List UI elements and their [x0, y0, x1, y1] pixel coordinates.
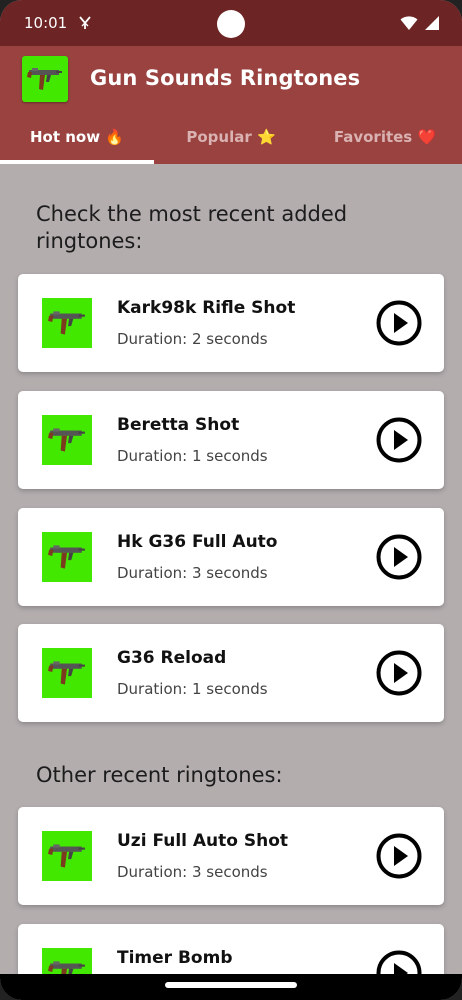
- ringtone-duration: Duration: 3 seconds: [117, 564, 268, 582]
- rifle-icon: [48, 311, 85, 335]
- ringtone-title: Timer Bomb: [117, 948, 233, 968]
- rifle-icon: [48, 961, 85, 974]
- ringtone-list[interactable]: Check the most recent added ringtones: K…: [0, 164, 462, 974]
- tab-favorites[interactable]: Favorites ❤️: [308, 118, 462, 164]
- ringtone-thumbnail: [42, 415, 92, 465]
- ringtone-thumbnail: [42, 831, 92, 881]
- rifle-icon: [27, 68, 62, 90]
- ringtone-title: Uzi Full Auto Shot: [117, 831, 289, 851]
- ringtone-thumbnail: [42, 532, 92, 582]
- play-icon[interactable]: [376, 833, 422, 879]
- ringtone-card[interactable]: G36 Reload Duration: 1 seconds: [18, 624, 444, 722]
- status-icons: [400, 15, 440, 31]
- ringtone-card[interactable]: Beretta Shot Duration: 1 seconds: [18, 391, 444, 489]
- play-icon[interactable]: [376, 417, 422, 463]
- ringtone-title: G36 Reload: [117, 648, 227, 668]
- ringtone-thumbnail: [42, 648, 92, 698]
- camera-cutout: [217, 10, 245, 38]
- cell-signal-icon: [425, 16, 439, 30]
- ringtone-card[interactable]: Timer Bomb: [18, 924, 444, 974]
- tab-popular[interactable]: Popular ⭐: [154, 118, 308, 164]
- play-icon[interactable]: [376, 650, 422, 696]
- home-gesture-handle[interactable]: [165, 982, 297, 988]
- ringtone-title: Beretta Shot: [117, 415, 240, 435]
- ringtone-duration: Duration: 1 seconds: [117, 447, 268, 465]
- app-logo: [22, 56, 68, 102]
- status-time: 10:01: [24, 14, 68, 32]
- ringtone-duration: Duration: 1 seconds: [117, 680, 268, 698]
- rifle-icon: [48, 428, 85, 452]
- ringtone-duration: Duration: 3 seconds: [117, 863, 268, 881]
- ringtone-title: Kark98k Rifle Shot: [117, 298, 296, 318]
- app-bar: Gun Sounds Ringtones Hot now 🔥 Popular ⭐…: [0, 46, 462, 164]
- ringtone-card[interactable]: Uzi Full Auto Shot Duration: 3 seconds: [18, 807, 444, 905]
- ringtone-duration: Duration: 2 seconds: [117, 330, 268, 348]
- play-icon[interactable]: [376, 534, 422, 580]
- phone-screen: 10:01 Gun Sounds Ringtones Hot now 🔥 Pop…: [0, 0, 462, 1000]
- system-nav-bar: [0, 974, 462, 1000]
- data-saver-icon: [79, 16, 91, 29]
- ringtone-title: Hk G36 Full Auto: [117, 532, 278, 552]
- recent-section-title: Check the most recent added ringtones:: [36, 202, 348, 253]
- tab-bar: Hot now 🔥 Popular ⭐ Favorites ❤️: [0, 118, 462, 164]
- play-icon[interactable]: [376, 950, 422, 974]
- rifle-icon: [48, 661, 85, 685]
- ringtone-thumbnail: [42, 948, 92, 974]
- other-section-title: Other recent ringtones:: [36, 763, 283, 787]
- ringtone-thumbnail: [42, 298, 92, 348]
- app-title: Gun Sounds Ringtones: [90, 66, 361, 90]
- wifi-icon: [400, 16, 418, 30]
- play-icon[interactable]: [376, 300, 422, 346]
- ringtone-card[interactable]: Kark98k Rifle Shot Duration: 2 seconds: [18, 274, 444, 372]
- tab-hot-now[interactable]: Hot now 🔥: [0, 118, 154, 164]
- ringtone-card[interactable]: Hk G36 Full Auto Duration: 3 seconds: [18, 508, 444, 606]
- rifle-icon: [48, 844, 85, 868]
- rifle-icon: [48, 545, 85, 569]
